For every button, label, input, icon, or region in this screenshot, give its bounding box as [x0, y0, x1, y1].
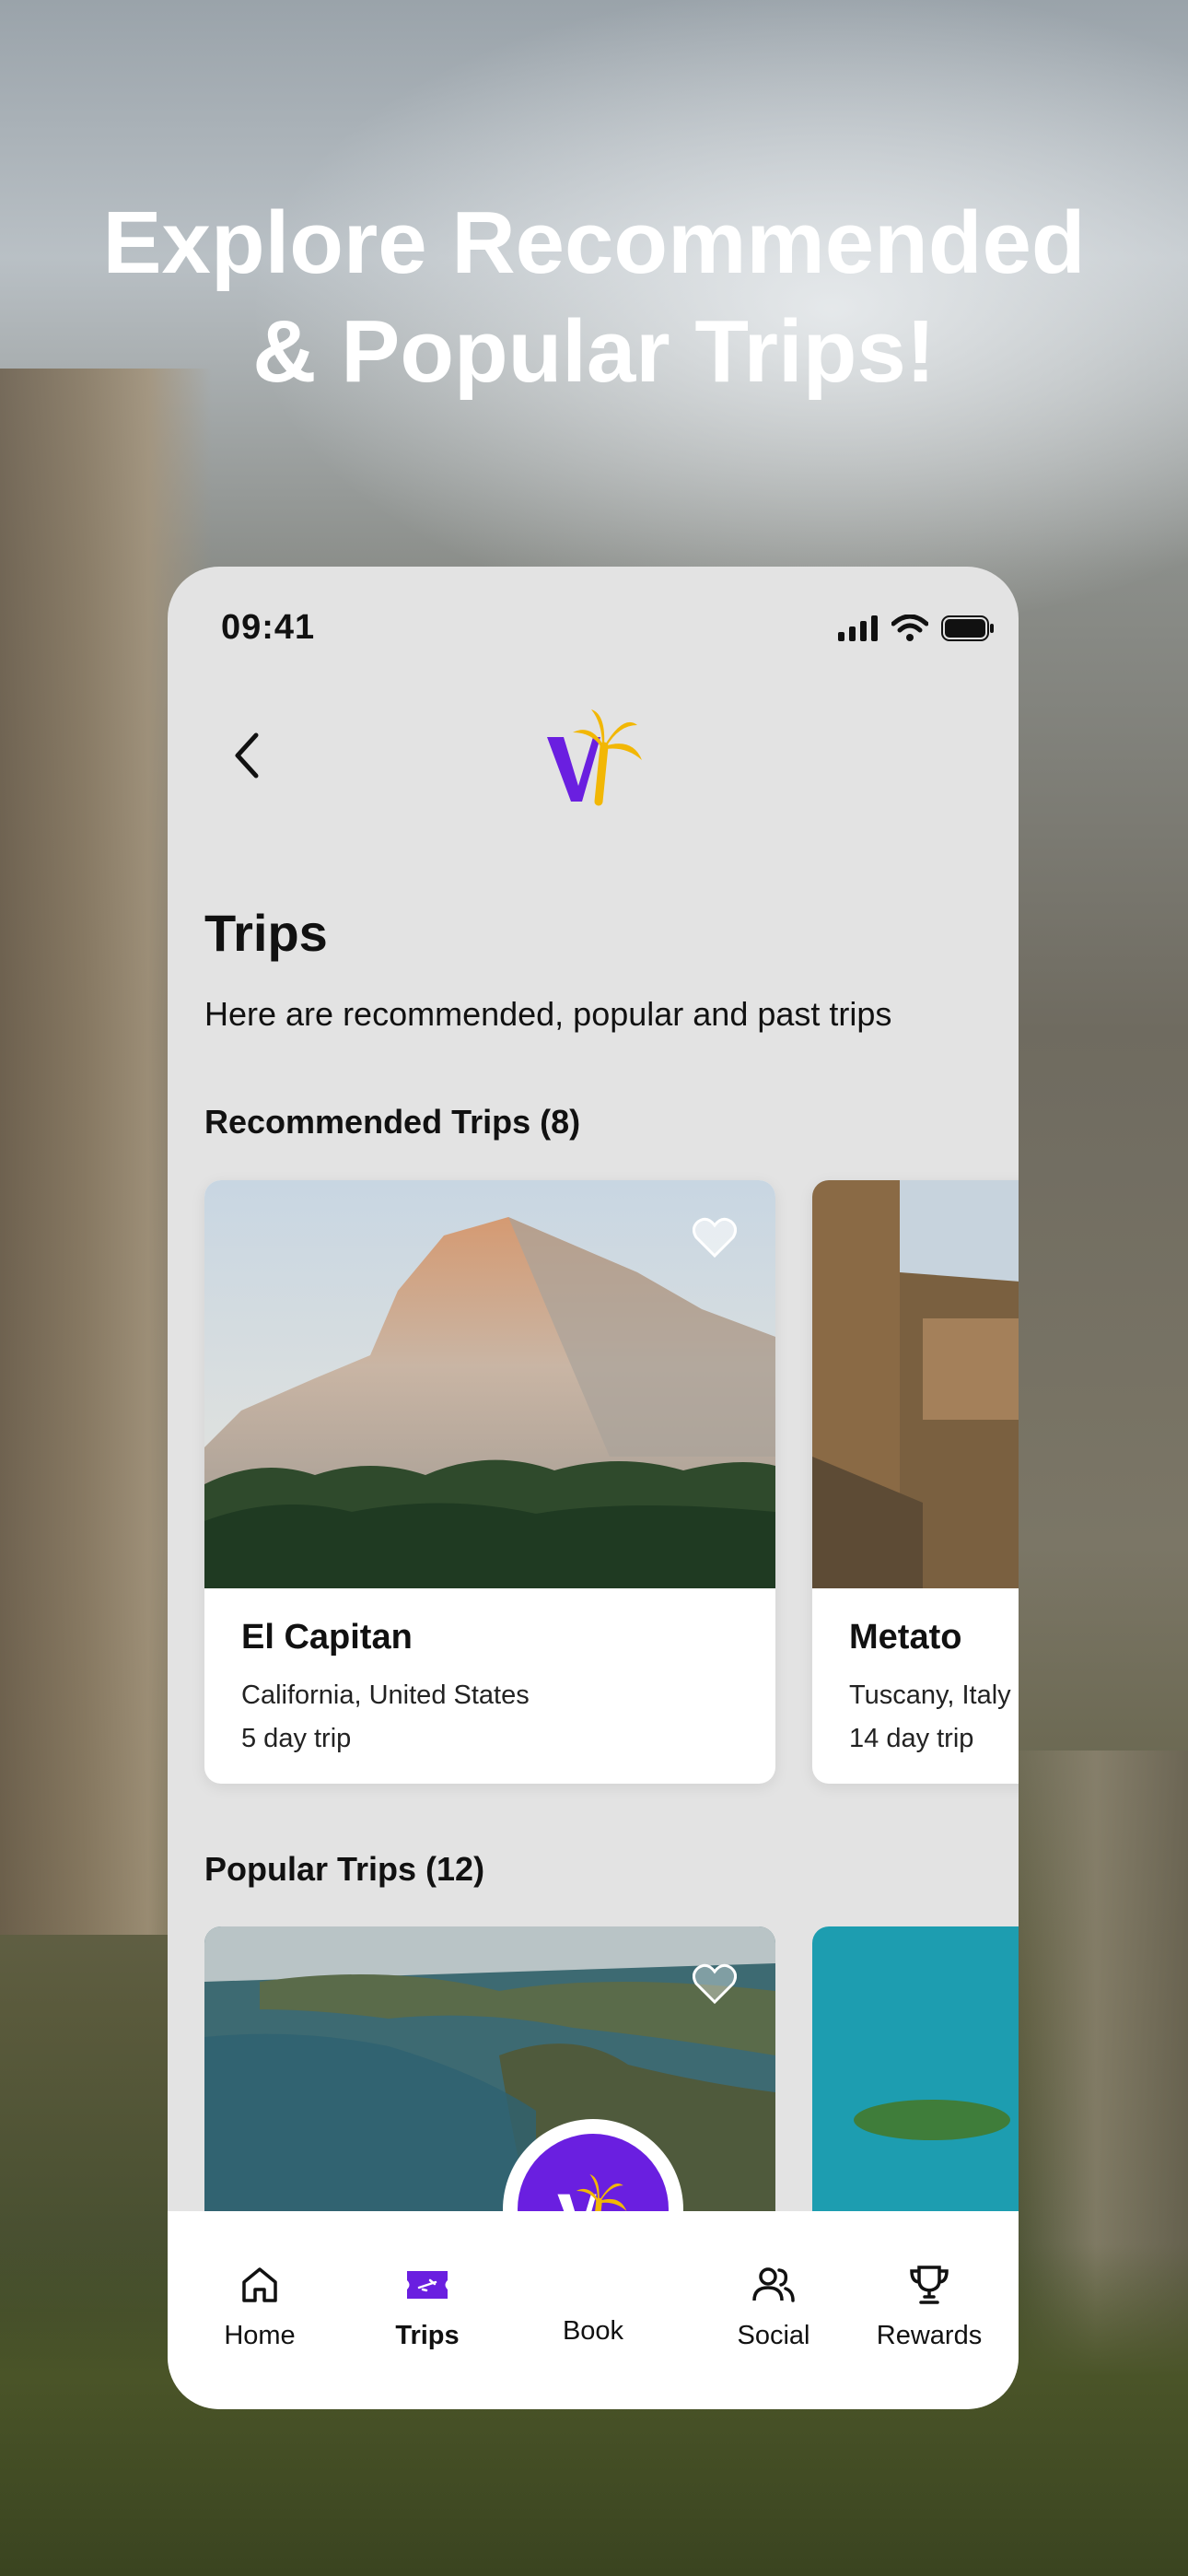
- nav-item-rewards[interactable]: Rewards: [851, 2262, 1007, 2351]
- metato-photo: [812, 1180, 1019, 1588]
- bottom-nav: Home Trips Book Social Rewards: [168, 2211, 1019, 2409]
- popular-section-title: Popular Trips (12): [204, 1850, 485, 1888]
- recommended-section-title: Recommended Trips (8): [204, 1103, 581, 1141]
- wifi-icon: [891, 615, 928, 641]
- favorite-heart-icon[interactable]: [693, 1217, 737, 1258]
- promo-headline: Explore Recommended & Popular Trips!: [0, 189, 1188, 406]
- trip-name: Metato: [849, 1618, 962, 1657]
- app-logo-icon: [547, 709, 642, 806]
- social-people-icon: [752, 2267, 795, 2302]
- popular-trip-photo-1: [204, 1926, 775, 2231]
- trip-location: California, United States: [241, 1680, 530, 1710]
- headline-line-2: & Popular Trips!: [252, 302, 936, 401]
- popular-trip-photo-2: [812, 1926, 1019, 2231]
- nav-label-book: Book: [562, 2316, 624, 2346]
- nav-item-book[interactable]: Book: [515, 2303, 671, 2347]
- nav-item-home[interactable]: Home: [181, 2262, 338, 2351]
- status-icons: [838, 615, 995, 642]
- trip-duration: 5 day trip: [241, 1724, 352, 1753]
- status-time: 09:41: [221, 608, 316, 647]
- headline-line-1: Explore Recommended: [102, 193, 1086, 292]
- phone-screen: 09:41 Trips Here are recommended, popula: [168, 567, 1019, 2409]
- home-icon: [242, 2267, 277, 2302]
- trip-duration: 14 day trip: [849, 1724, 974, 1753]
- nav-item-social[interactable]: Social: [695, 2262, 852, 2351]
- signal-icon: [838, 615, 878, 641]
- back-chevron-icon[interactable]: [228, 728, 265, 783]
- nav-label-social: Social: [737, 2321, 810, 2350]
- nav-label-trips: Trips: [395, 2321, 460, 2350]
- nav-item-trips[interactable]: Trips: [349, 2262, 506, 2351]
- trips-ticket-icon: [407, 2271, 448, 2299]
- page-title: Trips: [204, 904, 328, 962]
- trip-card-metato[interactable]: Metato Tuscany, Italy 14 day trip: [812, 1180, 1019, 1784]
- favorite-heart-icon[interactable]: [693, 1963, 737, 2004]
- battery-icon: [941, 615, 994, 641]
- page-subtitle: Here are recommended, popular and past t…: [204, 995, 892, 1033]
- nav-label-home: Home: [224, 2321, 296, 2350]
- trophy-icon: [910, 2266, 949, 2304]
- nav-label-rewards: Rewards: [876, 2321, 983, 2350]
- popular-trip-card-1[interactable]: [204, 1926, 775, 2231]
- el-capitan-photo: [204, 1180, 775, 1588]
- trip-card-el-capitan[interactable]: El Capitan California, United States 5 d…: [204, 1180, 775, 1784]
- trip-name: El Capitan: [241, 1618, 413, 1657]
- popular-trip-card-2[interactable]: [812, 1926, 1019, 2231]
- trip-location: Tuscany, Italy: [849, 1680, 1011, 1710]
